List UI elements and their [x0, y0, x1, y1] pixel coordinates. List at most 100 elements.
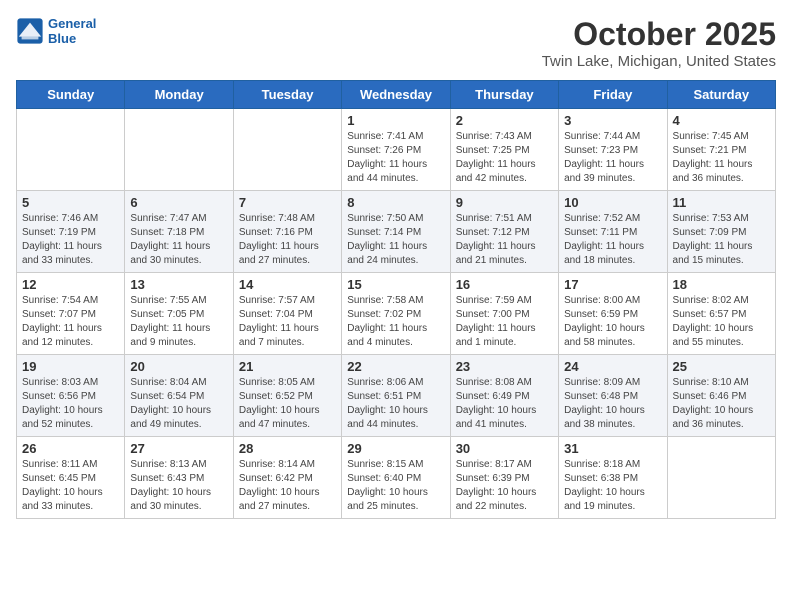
calendar-cell: 25 Sunrise: 8:10 AMSunset: 6:46 PMDaylig… — [667, 355, 775, 437]
day-info: Sunrise: 8:14 AMSunset: 6:42 PMDaylight:… — [239, 458, 336, 514]
day-info: Sunrise: 8:00 AMSunset: 6:59 PMDaylight:… — [564, 294, 661, 350]
day-number: 4 — [673, 113, 770, 128]
day-number: 27 — [130, 441, 227, 456]
calendar-cell: 14 Sunrise: 7:57 AMSunset: 7:04 PMDaylig… — [233, 273, 341, 355]
day-headers: SundayMondayTuesdayWednesdayThursdayFrid… — [17, 81, 776, 109]
calendar-cell: 24 Sunrise: 8:09 AMSunset: 6:48 PMDaylig… — [559, 355, 667, 437]
day-number: 12 — [22, 277, 119, 292]
logo-text: General Blue — [48, 16, 96, 46]
day-number: 25 — [673, 359, 770, 374]
day-header: Wednesday — [342, 81, 450, 109]
day-number: 6 — [130, 195, 227, 210]
day-info: Sunrise: 7:55 AMSunset: 7:05 PMDaylight:… — [130, 294, 227, 350]
calendar-cell: 22 Sunrise: 8:06 AMSunset: 6:51 PMDaylig… — [342, 355, 450, 437]
calendar-cell: 5 Sunrise: 7:46 AMSunset: 7:19 PMDayligh… — [17, 191, 125, 273]
calendar-week: 5 Sunrise: 7:46 AMSunset: 7:19 PMDayligh… — [17, 191, 776, 273]
day-info: Sunrise: 8:05 AMSunset: 6:52 PMDaylight:… — [239, 376, 336, 432]
day-number: 26 — [22, 441, 119, 456]
day-number: 11 — [673, 195, 770, 210]
calendar-cell: 16 Sunrise: 7:59 AMSunset: 7:00 PMDaylig… — [450, 273, 558, 355]
day-info: Sunrise: 7:50 AMSunset: 7:14 PMDaylight:… — [347, 212, 444, 268]
calendar-cell: 31 Sunrise: 8:18 AMSunset: 6:38 PMDaylig… — [559, 437, 667, 519]
day-header: Friday — [559, 81, 667, 109]
day-number: 15 — [347, 277, 444, 292]
day-number: 21 — [239, 359, 336, 374]
calendar-cell: 10 Sunrise: 7:52 AMSunset: 7:11 PMDaylig… — [559, 191, 667, 273]
month-title: October 2025 — [542, 16, 776, 53]
day-number: 8 — [347, 195, 444, 210]
day-info: Sunrise: 8:04 AMSunset: 6:54 PMDaylight:… — [130, 376, 227, 432]
calendar-cell — [125, 109, 233, 191]
day-number: 2 — [456, 113, 553, 128]
day-header: Sunday — [17, 81, 125, 109]
logo-icon — [16, 17, 44, 45]
day-number: 23 — [456, 359, 553, 374]
calendar-cell: 13 Sunrise: 7:55 AMSunset: 7:05 PMDaylig… — [125, 273, 233, 355]
day-header: Tuesday — [233, 81, 341, 109]
calendar-cell: 15 Sunrise: 7:58 AMSunset: 7:02 PMDaylig… — [342, 273, 450, 355]
day-number: 9 — [456, 195, 553, 210]
day-info: Sunrise: 8:18 AMSunset: 6:38 PMDaylight:… — [564, 458, 661, 514]
day-header: Thursday — [450, 81, 558, 109]
calendar-cell: 1 Sunrise: 7:41 AMSunset: 7:26 PMDayligh… — [342, 109, 450, 191]
day-info: Sunrise: 7:48 AMSunset: 7:16 PMDaylight:… — [239, 212, 336, 268]
title-area: October 2025 Twin Lake, Michigan, United… — [542, 16, 776, 70]
calendar-cell: 26 Sunrise: 8:11 AMSunset: 6:45 PMDaylig… — [17, 437, 125, 519]
day-number: 19 — [22, 359, 119, 374]
day-info: Sunrise: 8:09 AMSunset: 6:48 PMDaylight:… — [564, 376, 661, 432]
location-title: Twin Lake, Michigan, United States — [542, 53, 776, 70]
calendar-cell: 27 Sunrise: 8:13 AMSunset: 6:43 PMDaylig… — [125, 437, 233, 519]
day-number: 24 — [564, 359, 661, 374]
header: General Blue October 2025 Twin Lake, Mic… — [16, 16, 776, 70]
calendar-cell: 21 Sunrise: 8:05 AMSunset: 6:52 PMDaylig… — [233, 355, 341, 437]
day-number: 20 — [130, 359, 227, 374]
day-info: Sunrise: 8:15 AMSunset: 6:40 PMDaylight:… — [347, 458, 444, 514]
calendar-cell: 6 Sunrise: 7:47 AMSunset: 7:18 PMDayligh… — [125, 191, 233, 273]
day-number: 16 — [456, 277, 553, 292]
day-info: Sunrise: 7:46 AMSunset: 7:19 PMDaylight:… — [22, 212, 119, 268]
day-number: 7 — [239, 195, 336, 210]
day-number: 28 — [239, 441, 336, 456]
day-info: Sunrise: 7:57 AMSunset: 7:04 PMDaylight:… — [239, 294, 336, 350]
calendar-table: SundayMondayTuesdayWednesdayThursdayFrid… — [16, 80, 776, 519]
day-number: 13 — [130, 277, 227, 292]
day-info: Sunrise: 7:53 AMSunset: 7:09 PMDaylight:… — [673, 212, 770, 268]
calendar-cell — [667, 437, 775, 519]
day-info: Sunrise: 7:59 AMSunset: 7:00 PMDaylight:… — [456, 294, 553, 350]
calendar-week: 26 Sunrise: 8:11 AMSunset: 6:45 PMDaylig… — [17, 437, 776, 519]
calendar-cell: 20 Sunrise: 8:04 AMSunset: 6:54 PMDaylig… — [125, 355, 233, 437]
day-header: Monday — [125, 81, 233, 109]
calendar-cell — [17, 109, 125, 191]
day-number: 29 — [347, 441, 444, 456]
day-info: Sunrise: 8:02 AMSunset: 6:57 PMDaylight:… — [673, 294, 770, 350]
calendar-week: 12 Sunrise: 7:54 AMSunset: 7:07 PMDaylig… — [17, 273, 776, 355]
day-info: Sunrise: 8:08 AMSunset: 6:49 PMDaylight:… — [456, 376, 553, 432]
day-number: 31 — [564, 441, 661, 456]
day-number: 3 — [564, 113, 661, 128]
day-header: Saturday — [667, 81, 775, 109]
day-info: Sunrise: 7:45 AMSunset: 7:21 PMDaylight:… — [673, 130, 770, 186]
day-info: Sunrise: 7:51 AMSunset: 7:12 PMDaylight:… — [456, 212, 553, 268]
day-number: 22 — [347, 359, 444, 374]
day-number: 17 — [564, 277, 661, 292]
day-info: Sunrise: 7:58 AMSunset: 7:02 PMDaylight:… — [347, 294, 444, 350]
calendar-cell: 7 Sunrise: 7:48 AMSunset: 7:16 PMDayligh… — [233, 191, 341, 273]
day-info: Sunrise: 8:13 AMSunset: 6:43 PMDaylight:… — [130, 458, 227, 514]
calendar-cell: 18 Sunrise: 8:02 AMSunset: 6:57 PMDaylig… — [667, 273, 775, 355]
day-info: Sunrise: 7:52 AMSunset: 7:11 PMDaylight:… — [564, 212, 661, 268]
calendar-cell: 23 Sunrise: 8:08 AMSunset: 6:49 PMDaylig… — [450, 355, 558, 437]
day-info: Sunrise: 8:03 AMSunset: 6:56 PMDaylight:… — [22, 376, 119, 432]
day-number: 1 — [347, 113, 444, 128]
day-number: 18 — [673, 277, 770, 292]
calendar-cell: 3 Sunrise: 7:44 AMSunset: 7:23 PMDayligh… — [559, 109, 667, 191]
day-info: Sunrise: 7:41 AMSunset: 7:26 PMDaylight:… — [347, 130, 444, 186]
day-number: 30 — [456, 441, 553, 456]
day-info: Sunrise: 7:54 AMSunset: 7:07 PMDaylight:… — [22, 294, 119, 350]
calendar-cell: 12 Sunrise: 7:54 AMSunset: 7:07 PMDaylig… — [17, 273, 125, 355]
calendar-cell: 2 Sunrise: 7:43 AMSunset: 7:25 PMDayligh… — [450, 109, 558, 191]
day-number: 14 — [239, 277, 336, 292]
calendar-cell: 28 Sunrise: 8:14 AMSunset: 6:42 PMDaylig… — [233, 437, 341, 519]
calendar-cell: 8 Sunrise: 7:50 AMSunset: 7:14 PMDayligh… — [342, 191, 450, 273]
calendar-cell: 11 Sunrise: 7:53 AMSunset: 7:09 PMDaylig… — [667, 191, 775, 273]
calendar-cell: 19 Sunrise: 8:03 AMSunset: 6:56 PMDaylig… — [17, 355, 125, 437]
